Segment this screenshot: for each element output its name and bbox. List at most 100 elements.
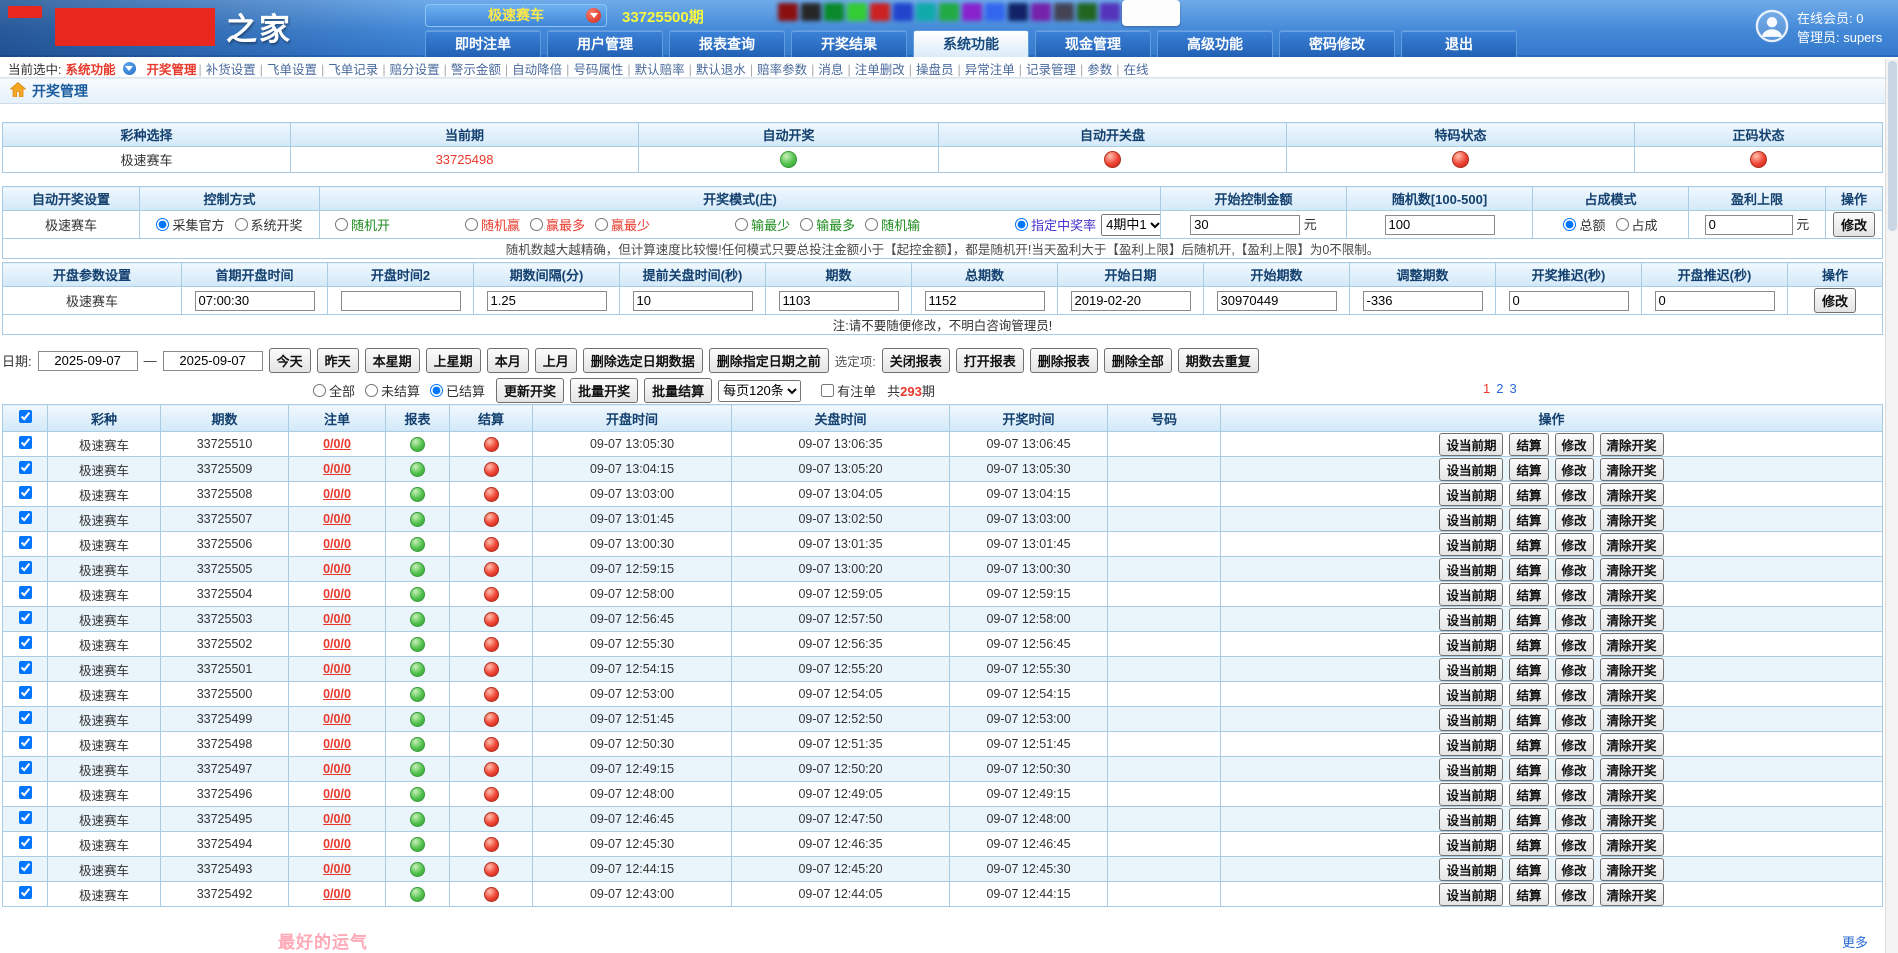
tab-退出[interactable]: 退出 [1401, 30, 1517, 57]
report-status-dot[interactable] [410, 662, 425, 677]
row-button-清除开奖[interactable]: 清除开奖 [1600, 508, 1664, 531]
row-button-设当前期[interactable]: 设当前期 [1439, 758, 1503, 781]
radio-输最多[interactable] [800, 218, 813, 231]
settle-status-dot[interactable] [484, 437, 499, 452]
row-checkbox[interactable] [19, 436, 32, 449]
row-button-修改[interactable]: 修改 [1555, 483, 1594, 506]
report-status-dot[interactable] [410, 437, 425, 452]
row-button-结算[interactable]: 结算 [1509, 758, 1548, 781]
row-checkbox-cell[interactable] [3, 707, 48, 732]
params-input-期数间隔(分)[interactable] [487, 291, 607, 311]
submenu-item-active[interactable]: 开奖管理 [147, 59, 197, 78]
radio-option-输最多[interactable]: 输最多 [800, 215, 855, 234]
row-checkbox-cell[interactable] [3, 657, 48, 682]
bets-link[interactable]: 0/0/0 [323, 462, 351, 476]
button-昨天[interactable]: 昨天 [317, 348, 359, 373]
submenu-item[interactable]: 注单删改 [855, 63, 905, 77]
report-status-dot[interactable] [410, 687, 425, 702]
report-status-dot[interactable] [410, 512, 425, 527]
row-checkbox-cell[interactable] [3, 482, 48, 507]
submenu-item[interactable]: 警示金额 [451, 63, 501, 77]
row-button-修改[interactable]: 修改 [1555, 683, 1594, 706]
row-button-设当前期[interactable]: 设当前期 [1439, 508, 1503, 531]
report-status-dot[interactable] [410, 562, 425, 577]
row-checkbox-cell[interactable] [3, 457, 48, 482]
row-checkbox[interactable] [19, 736, 32, 749]
row-button-清除开奖[interactable]: 清除开奖 [1600, 783, 1664, 806]
row-button-结算[interactable]: 结算 [1509, 533, 1548, 556]
row-checkbox[interactable] [19, 586, 32, 599]
row-checkbox[interactable] [19, 686, 32, 699]
settle-status-dot[interactable] [484, 462, 499, 477]
button-批量开奖[interactable]: 批量开奖 [570, 378, 638, 403]
vertical-scrollbar[interactable] [1885, 59, 1898, 953]
row-button-修改[interactable]: 修改 [1555, 458, 1594, 481]
params-input-提前关盘时间(秒)[interactable] [633, 291, 753, 311]
radio-未结算[interactable] [365, 384, 378, 397]
settle-status-dot[interactable] [484, 862, 499, 877]
row-button-清除开奖[interactable]: 清除开奖 [1600, 808, 1664, 831]
tab-用户管理[interactable]: 用户管理 [547, 30, 663, 57]
row-checkbox[interactable] [19, 611, 32, 624]
report-status-dot[interactable] [410, 862, 425, 877]
radio-option-占成[interactable]: 占成 [1616, 215, 1658, 234]
row-checkbox[interactable] [19, 786, 32, 799]
button-更新开奖[interactable]: 更新开奖 [496, 378, 564, 403]
row-button-清除开奖[interactable]: 清除开奖 [1600, 633, 1664, 656]
row-button-设当前期[interactable]: 设当前期 [1439, 708, 1503, 731]
radio-输最少[interactable] [735, 218, 748, 231]
bets-link[interactable]: 0/0/0 [323, 887, 351, 901]
row-button-清除开奖[interactable]: 清除开奖 [1600, 433, 1664, 456]
row-checkbox-cell[interactable] [3, 782, 48, 807]
report-status-dot[interactable] [410, 487, 425, 502]
submenu-item[interactable]: 飞单记录 [328, 63, 378, 77]
radio-option-随机开[interactable]: 随机开 [335, 215, 390, 234]
radio-总额[interactable] [1563, 218, 1576, 231]
has-bets-checkbox[interactable] [821, 384, 834, 397]
row-button-修改[interactable]: 修改 [1555, 883, 1594, 906]
radio-随机开[interactable] [335, 218, 348, 231]
button-本月[interactable]: 本月 [487, 348, 529, 373]
row-button-设当前期[interactable]: 设当前期 [1439, 583, 1503, 606]
params-input-总期数[interactable] [925, 291, 1045, 311]
submenu-item[interactable]: 默认赔率 [635, 63, 685, 77]
bets-link[interactable]: 0/0/0 [323, 637, 351, 651]
row-checkbox-cell[interactable] [3, 857, 48, 882]
tab-现金管理[interactable]: 现金管理 [1035, 30, 1151, 57]
settle-status-dot[interactable] [484, 812, 499, 827]
bets-link[interactable]: 0/0/0 [323, 837, 351, 851]
row-button-结算[interactable]: 结算 [1509, 483, 1548, 506]
row-checkbox[interactable] [19, 536, 32, 549]
button-删除选定日期数据[interactable]: 删除选定日期数据 [583, 348, 703, 373]
row-button-修改[interactable]: 修改 [1555, 583, 1594, 606]
tab-高级功能[interactable]: 高级功能 [1157, 30, 1273, 57]
report-status-dot[interactable] [410, 812, 425, 827]
row-button-修改[interactable]: 修改 [1555, 833, 1594, 856]
page-link-3[interactable]: 3 [1509, 381, 1516, 396]
row-button-设当前期[interactable]: 设当前期 [1439, 783, 1503, 806]
row-button-修改[interactable]: 修改 [1555, 558, 1594, 581]
report-status-dot[interactable] [410, 887, 425, 902]
row-button-清除开奖[interactable]: 清除开奖 [1600, 733, 1664, 756]
bets-link[interactable]: 0/0/0 [323, 662, 351, 676]
radio-option-采集官方[interactable]: 采集官方 [156, 215, 224, 234]
radio-option-赢最多[interactable]: 赢最多 [530, 215, 585, 234]
row-button-修改[interactable]: 修改 [1555, 758, 1594, 781]
params-input-调整期数[interactable] [1363, 291, 1483, 311]
radio-option-未结算[interactable]: 未结算 [365, 381, 420, 400]
radio-随机赢[interactable] [465, 218, 478, 231]
params-input-期数[interactable] [779, 291, 899, 311]
row-button-结算[interactable]: 结算 [1509, 583, 1548, 606]
settle-status-dot[interactable] [484, 512, 499, 527]
row-button-结算[interactable]: 结算 [1509, 658, 1548, 681]
row-checkbox[interactable] [19, 511, 32, 524]
submenu-item[interactable]: 消息 [818, 63, 843, 77]
row-button-清除开奖[interactable]: 清除开奖 [1600, 683, 1664, 706]
bets-link[interactable]: 0/0/0 [323, 812, 351, 826]
row-button-清除开奖[interactable]: 清除开奖 [1600, 708, 1664, 731]
report-status-dot[interactable] [410, 637, 425, 652]
button-删除报表[interactable]: 删除报表 [1030, 348, 1098, 373]
button-批量结算[interactable]: 批量结算 [644, 378, 712, 403]
bets-link[interactable]: 0/0/0 [323, 612, 351, 626]
report-status-dot[interactable] [410, 837, 425, 852]
